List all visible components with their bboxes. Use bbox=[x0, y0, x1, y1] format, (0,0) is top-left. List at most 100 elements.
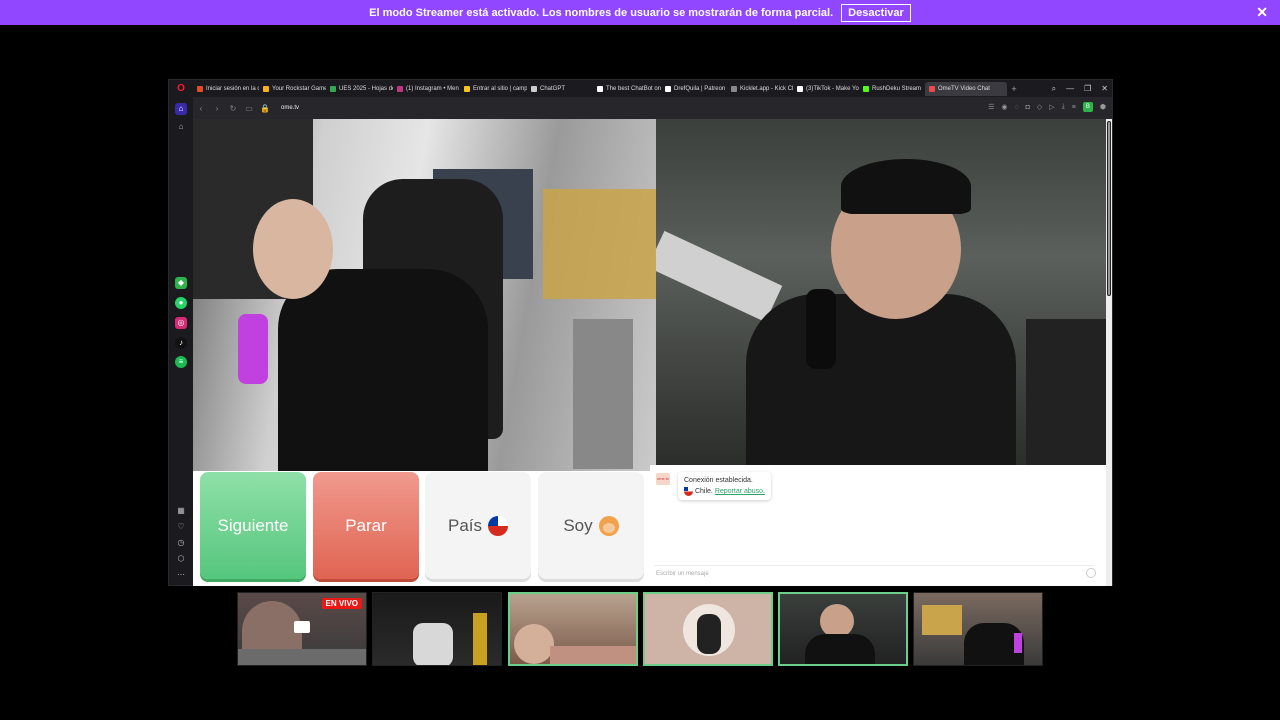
microphone-shape bbox=[238, 314, 268, 384]
mic-arm-shape bbox=[656, 230, 783, 323]
tab-1[interactable]: Your Rockstar Games bbox=[259, 82, 326, 96]
spotify-icon[interactable]: ≡ bbox=[175, 356, 187, 368]
tab-6[interactable]: The best ChatBot on bbox=[593, 82, 661, 96]
ometv-logo-icon: ome tv bbox=[656, 473, 670, 485]
thumbnail-3[interactable] bbox=[508, 592, 638, 666]
tab-8[interactable]: Kicklet.app - Kick Ch bbox=[727, 82, 793, 96]
url-field[interactable]: ome.tv bbox=[281, 105, 299, 111]
thumb-head-shape bbox=[820, 604, 854, 638]
new-tab-icon[interactable]: + bbox=[1007, 84, 1021, 94]
close-window-icon[interactable]: ✕ bbox=[1101, 84, 1108, 93]
thumbnail-5[interactable] bbox=[778, 592, 908, 666]
soy-label: Soy bbox=[563, 515, 593, 535]
thumbnail-1[interactable]: EN VIVO bbox=[237, 592, 367, 666]
aria-icon[interactable]: ⬢ bbox=[1100, 103, 1106, 111]
home-icon[interactable]: ⌂ bbox=[175, 103, 187, 115]
minimize-icon[interactable]: — bbox=[1066, 84, 1074, 93]
tab-9[interactable]: (3)TikTok - Make Yo bbox=[793, 82, 859, 96]
stream-thumbnails: EN VIVO bbox=[237, 592, 1045, 666]
emoji-icon[interactable] bbox=[1086, 568, 1096, 578]
thumbnail-4[interactable] bbox=[643, 592, 773, 666]
profile-avatar[interactable]: B bbox=[1082, 102, 1093, 112]
restore-icon[interactable]: ❐ bbox=[1084, 84, 1091, 93]
chile-flag-icon bbox=[684, 486, 693, 496]
favicon-icon bbox=[330, 85, 336, 92]
cube-icon[interactable]: ⬡ bbox=[175, 553, 187, 565]
player-icon[interactable]: ▷ bbox=[1049, 103, 1054, 111]
gender-button[interactable]: Soy bbox=[538, 472, 644, 579]
instagram-icon[interactable]: ◎ bbox=[175, 317, 187, 329]
back-icon[interactable]: ‹ bbox=[193, 104, 209, 113]
drawers-shape bbox=[573, 319, 633, 469]
thumbnail-2[interactable] bbox=[372, 592, 502, 666]
more-icon[interactable]: ⋯ bbox=[175, 569, 187, 581]
thumb-bar-shape bbox=[238, 649, 366, 665]
extensions-icon[interactable]: ◇ bbox=[1037, 103, 1042, 111]
history-icon[interactable]: ◷ bbox=[175, 537, 187, 549]
snapshot-icon[interactable]: ▭ bbox=[241, 104, 257, 113]
favicon-icon bbox=[797, 85, 803, 92]
whatsapp-icon[interactable]: ● bbox=[175, 297, 187, 309]
favicon-icon bbox=[929, 85, 935, 92]
page-scrollbar[interactable] bbox=[1106, 119, 1112, 586]
favicon-icon bbox=[731, 85, 737, 92]
apps-icon[interactable]: ▦ bbox=[175, 505, 187, 517]
message-input[interactable]: Escribir un mensaje bbox=[654, 565, 1094, 581]
tab-label: DrefQuila | Patreon bbox=[674, 85, 726, 92]
toolbar-icons: ☰ ◉ ◌ ◘ ◇ ▷ ⤓ ≡ B ⬢ bbox=[988, 102, 1106, 112]
stop-label: Parar bbox=[345, 515, 387, 535]
opera-logo-icon[interactable]: O bbox=[169, 80, 193, 97]
tab-5[interactable]: ChatGPT bbox=[527, 82, 593, 96]
tab-10[interactable]: RushDeku Stream bbox=[859, 82, 925, 96]
favicon-icon bbox=[197, 85, 203, 92]
report-abuse-link[interactable]: Reportar abuso. bbox=[715, 488, 765, 495]
thumb-people-shape bbox=[242, 601, 302, 656]
forward-icon[interactable]: › bbox=[209, 104, 225, 113]
tab-label: ChatGPT bbox=[540, 85, 566, 92]
easy-setup-icon[interactable]: ☰ bbox=[988, 103, 994, 111]
heart-icon[interactable]: ♡ bbox=[175, 521, 187, 533]
favicon-icon bbox=[863, 85, 869, 92]
thumb-mic-shape bbox=[1014, 633, 1022, 653]
ometv-page: Siguiente Parar País Soy ome tv Conexión… bbox=[193, 119, 1112, 586]
tab-7[interactable]: DrefQuila | Patreon bbox=[661, 82, 727, 96]
country-button[interactable]: País bbox=[425, 472, 531, 579]
address-bar: ‹ › ↻ ▭ 🔒 ome.tv ☰ ◉ ◌ ◘ ◇ ▷ ⤓ ≡ B ⬢ bbox=[193, 97, 1112, 119]
tab-label: OmeTV Video Chat bbox=[938, 85, 990, 92]
vpn-icon[interactable]: ◌ bbox=[1014, 104, 1018, 111]
adblock-icon[interactable]: ◘ bbox=[1026, 104, 1030, 111]
tab-3[interactable]: (1) Instagram • Men bbox=[393, 82, 460, 96]
thumbnail-6[interactable] bbox=[913, 592, 1043, 666]
tab-ometv-active[interactable]: OmeTV Video Chat bbox=[925, 81, 1007, 96]
speed-dial-icon[interactable]: ⌂ bbox=[175, 121, 187, 133]
thumb-person-shape bbox=[514, 624, 554, 664]
favicon-icon bbox=[397, 85, 403, 92]
scrollbar-thumb[interactable] bbox=[1107, 121, 1111, 296]
lock-icon: 🔒 bbox=[260, 103, 270, 113]
tiktok-icon[interactable]: ♪ bbox=[175, 337, 187, 349]
tab-4[interactable]: Entrar al sitio | camp bbox=[460, 82, 527, 96]
boy-emoji-icon bbox=[598, 515, 619, 536]
stop-button[interactable]: Parar bbox=[313, 472, 419, 579]
deactivate-button[interactable]: Desactivar bbox=[841, 3, 911, 22]
download-icon[interactable]: ⤓ bbox=[1062, 103, 1065, 111]
reload-icon[interactable]: ↻ bbox=[225, 104, 241, 113]
browser-sidebar: ⌂ ⌂ ◆ ● ◎ ♪ ≡ ▦ ♡ ◷ ⬡ ⋯ bbox=[169, 97, 193, 585]
tab-label: Your Rockstar Games bbox=[272, 85, 326, 92]
favicon-icon bbox=[464, 85, 470, 92]
tab-0[interactable]: Iniciar sesión en la c bbox=[193, 82, 259, 96]
tab-label: The best ChatBot on bbox=[606, 85, 661, 92]
menu-icon[interactable]: ≡ bbox=[1072, 104, 1076, 111]
favicon-icon bbox=[263, 85, 269, 92]
close-icon[interactable]: ✕ bbox=[1256, 4, 1268, 21]
extension-icon[interactable]: ◆ bbox=[175, 277, 187, 289]
camera-icon[interactable]: ◉ bbox=[1001, 103, 1007, 111]
tab-label: RushDeku Stream bbox=[872, 85, 922, 92]
tab-2[interactable]: UES 2025 - Hojas de bbox=[326, 82, 393, 96]
next-button[interactable]: Siguiente bbox=[200, 472, 306, 579]
stranger-cap-shape bbox=[841, 159, 971, 214]
search-icon[interactable]: ⌕ bbox=[1052, 84, 1056, 94]
thumb-shelf-shape bbox=[922, 605, 962, 635]
tab-label: Iniciar sesión en la c bbox=[206, 85, 259, 92]
tab-bar: O Iniciar sesión en la c Your Rockstar G… bbox=[169, 80, 1112, 97]
